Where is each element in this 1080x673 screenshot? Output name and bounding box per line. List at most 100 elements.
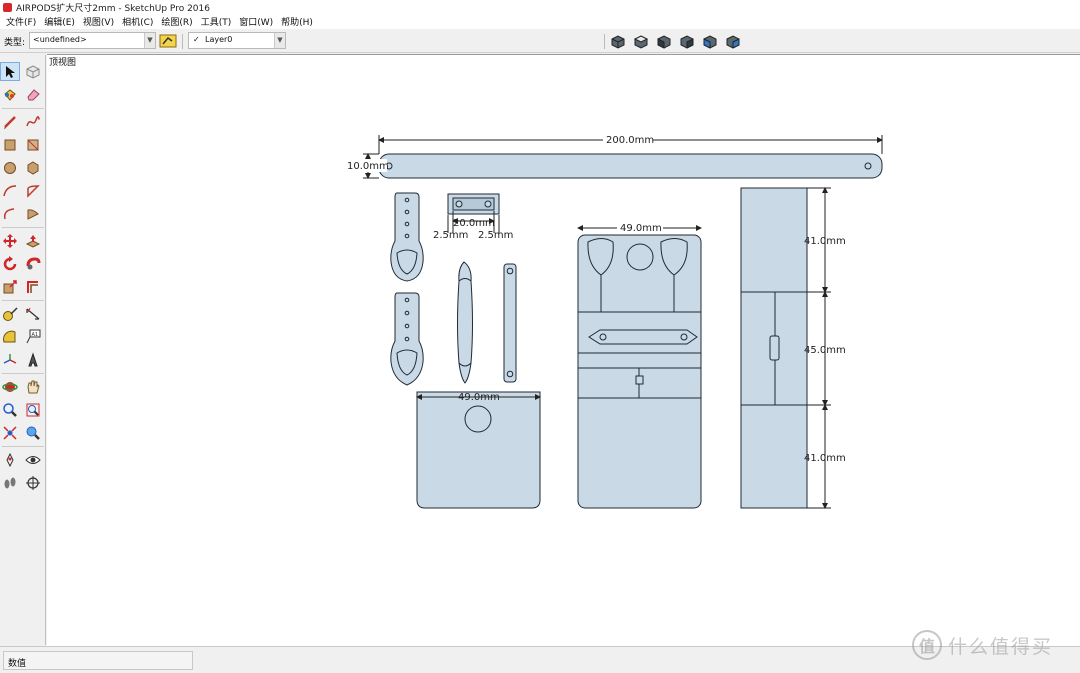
tool-look-around[interactable] [23,450,43,469]
paint-bucket-icon [4,88,16,101]
menu-tools[interactable]: 工具(T) [197,15,236,28]
orbit-icon [2,381,18,392]
front-view-button[interactable] [654,32,674,51]
top-view-button[interactable] [631,32,651,51]
clip-part [447,193,500,215]
side-panel [740,187,808,509]
tool-section-plane[interactable] [23,473,43,492]
tool-pan[interactable] [23,377,43,396]
tool-rotated-rectangle[interactable] [23,135,43,154]
look-around-icon [25,455,41,464]
two-point-arc-icon [3,207,15,219]
standard-views-toolbar [608,32,743,51]
rotate-icon [3,255,17,270]
3d-text-icon [28,351,38,366]
tool-orbit[interactable] [0,377,20,396]
tool-freehand[interactable] [23,112,43,131]
tool-offset[interactable] [23,277,43,296]
left-view-button[interactable] [723,32,743,51]
iso-view-button[interactable] [608,32,628,51]
pie-icon [27,184,40,198]
tool-axes[interactable] [0,350,20,369]
tool-zoom-extents[interactable] [0,423,20,442]
menu-edit[interactable]: 编辑(E) [40,15,79,28]
top-view-icon [633,34,649,49]
tool-walk[interactable] [0,473,20,492]
rotated-rectangle-icon [27,139,39,150]
chevron-down-icon[interactable]: ▼ [274,33,285,48]
dim-clip-right-gap-label: 2.5mm [478,230,513,241]
menu-camera[interactable]: 相机(C) [118,15,157,28]
menu-help[interactable]: 帮助(H) [277,15,317,28]
right-view-button[interactable] [677,32,697,51]
layer-select[interactable]: ✓ Layer0 ▼ [188,32,286,49]
menu-draw[interactable]: 绘图(R) [157,15,196,28]
menu-window[interactable]: 窗口(W) [235,15,277,28]
tool-scale[interactable] [0,277,20,296]
tool-separator [2,300,44,301]
walk-icon [4,477,16,488]
tool-3d-text[interactable] [23,350,43,369]
zoom-extents-icon [3,425,17,440]
tool-make-component[interactable] [23,62,43,81]
hook-part-upper [390,192,424,282]
tool-select[interactable] [0,62,20,81]
tool-separator [2,446,44,447]
dim-side-middle-label: 45.0mm [804,345,846,356]
drawing-area[interactable]: 顶视图 200.0mm 10.0mm 20.0mm 2.5mm 2.5mm 49… [47,54,1080,646]
front-panel [577,234,702,509]
tool-pie[interactable] [23,181,43,200]
front-view-icon [657,34,671,49]
tool-eraser[interactable] [23,85,43,104]
polygon-icon [27,160,39,175]
hook-part-lower [390,292,424,386]
tool-move[interactable] [0,231,20,250]
eraser-icon [27,88,40,100]
pan-icon [27,380,40,393]
tool-polygon[interactable] [23,158,43,177]
iso-view-icon [611,34,625,49]
tool-follow-me[interactable] [23,254,43,273]
long-strap [378,153,883,179]
link-part [503,263,517,383]
tool-two-point-arc[interactable] [0,204,20,223]
freehand-icon [26,115,40,126]
strap-hole-right [864,162,872,170]
protractor-icon [3,330,16,342]
toolbar-separator [604,34,605,49]
tool-protractor[interactable] [0,327,20,346]
tool-push-pull[interactable] [23,231,43,250]
circle-icon [4,161,16,174]
measurements-box[interactable]: 数值 [3,651,193,670]
type-select[interactable]: <undefined> ▼ [29,32,156,49]
zoom-window-icon [26,403,40,416]
tool-paint-bucket[interactable] [0,85,20,104]
back-view-button[interactable] [700,32,720,51]
tool-tape-measure[interactable] [0,304,20,323]
tool-circle[interactable] [0,158,20,177]
type-toggle-button[interactable] [159,33,177,49]
tool-text[interactable]: A1 [23,327,43,346]
top-toolbar: 类型: <undefined> ▼ ✓ Layer0 ▼ [0,29,1080,53]
tool-zoom-window[interactable] [23,400,43,419]
tool-arc[interactable] [0,181,20,200]
tool-zoom[interactable] [0,400,20,419]
dim-lid-label: 49.0mm [458,392,500,403]
tool-previous-view[interactable] [23,423,43,442]
tool-three-point-arc[interactable] [23,204,43,223]
tool-separator [2,227,44,228]
tool-rotate[interactable] [0,254,20,273]
tool-line[interactable] [0,112,20,131]
tool-rectangle[interactable] [0,135,20,154]
menu-view[interactable]: 视图(V) [79,15,118,28]
tool-position-camera[interactable] [0,450,20,469]
sketchup-logo-icon [3,2,12,12]
section-plane-icon [26,475,40,490]
lid-panel [416,391,541,509]
chevron-down-icon[interactable]: ▼ [144,33,155,48]
menu-bar: 文件(F) 编辑(E) 视图(V) 相机(C) 绘图(R) 工具(T) 窗口(W… [0,14,1080,29]
menu-file[interactable]: 文件(F) [2,15,40,28]
tape-measure-icon [3,306,18,321]
offset-icon [27,280,38,293]
tool-dimension[interactable] [23,304,43,323]
